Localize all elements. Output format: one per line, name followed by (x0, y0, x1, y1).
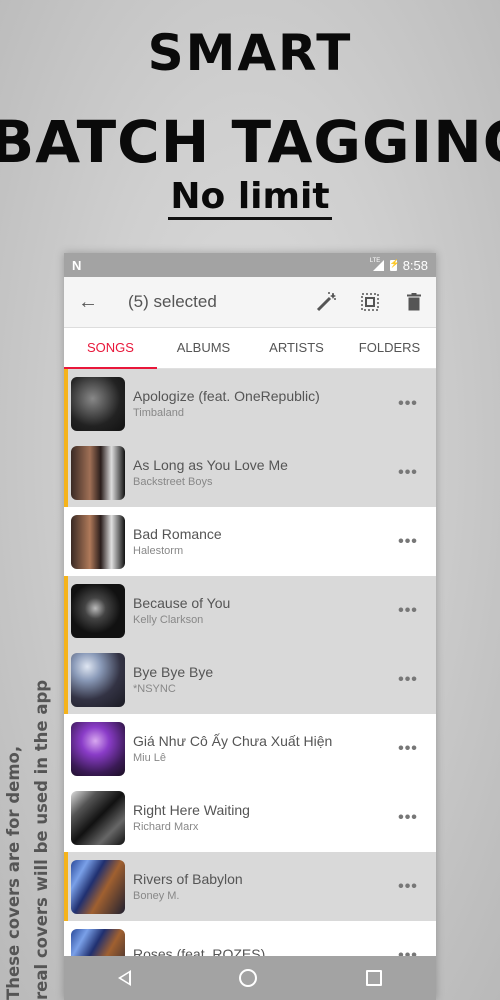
tab-albums[interactable]: ALBUMS (157, 328, 250, 368)
more-options-button[interactable]: ••• (380, 533, 436, 551)
song-artist: Timbaland (133, 407, 184, 419)
demo-note-line-2: real covers will be used in the app (32, 679, 51, 1000)
more-options-button[interactable]: ••• (380, 464, 436, 482)
delete-button[interactable] (392, 293, 436, 311)
selection-count-title: (5) selected (128, 292, 217, 311)
song-artist: Backstreet Boys (133, 476, 213, 488)
song-row[interactable]: As Long as You Love Me Backstreet Boys ••… (64, 438, 436, 507)
song-row[interactable]: Rivers of Babylon Boney M. ••• (64, 852, 436, 921)
album-cover-thumbnail (71, 859, 125, 914)
song-row[interactable]: Right Here Waiting Richard Marx ••• (64, 783, 436, 852)
song-artist: Boney M. (133, 890, 180, 902)
song-artist: Richard Marx (133, 821, 199, 833)
album-cover-thumbnail (71, 721, 125, 776)
promo-heading-batch-tagging: BATCH TAGGING (0, 108, 500, 176)
song-artist: Kelly Clarkson (133, 614, 204, 626)
battery-charging-icon (389, 259, 400, 271)
song-row[interactable]: Because of You Kelly Clarkson ••• (64, 576, 436, 645)
song-title: Bad Romance (133, 526, 222, 542)
notification-icon: N (72, 257, 82, 273)
arrow-left-icon: ← (78, 290, 98, 313)
lte-signal-icon: LTE (370, 258, 384, 271)
album-cover-thumbnail (71, 652, 125, 707)
back-button[interactable]: ← (64, 291, 112, 314)
demo-covers-note: These covers are for demo, real covers w… (0, 620, 56, 1000)
tab-artists[interactable]: ARTISTS (250, 328, 343, 368)
song-title: As Long as You Love Me (133, 457, 288, 473)
auto-tag-button[interactable] (304, 291, 348, 313)
more-options-button[interactable]: ••• (380, 602, 436, 620)
promo-heading-smart: SMART (147, 24, 353, 82)
song-artist: Miu Lê (133, 752, 167, 764)
album-cover-thumbnail (71, 583, 125, 638)
more-options-button[interactable]: ••• (380, 671, 436, 689)
song-title: Apologize (feat. OneRepublic) (133, 388, 320, 404)
select-all-icon (361, 293, 379, 311)
song-title: Giá Như Cô Ấy Chưa Xuất Hiện (133, 733, 333, 749)
song-title: Bye Bye Bye (133, 664, 214, 680)
promo-subheading-text: No limit (168, 176, 332, 220)
song-row[interactable]: Apologize (feat. OneRepublic) Timbaland •… (64, 369, 436, 438)
album-cover-thumbnail (71, 376, 125, 431)
phone-screen: N LTE 8:58 ← (5) selected SONGS ALBUMS A… (64, 253, 436, 1000)
selection-toolbar: ← (5) selected (64, 277, 436, 328)
nav-home-icon[interactable] (239, 969, 258, 987)
tab-songs[interactable]: SONGS (64, 328, 157, 368)
magic-wand-icon (316, 292, 336, 312)
album-cover-thumbnail (71, 514, 125, 569)
more-options-button[interactable]: ••• (380, 395, 436, 413)
nav-back-icon[interactable] (118, 970, 132, 986)
song-title: Right Here Waiting (133, 802, 250, 818)
song-row[interactable]: Giá Như Cô Ấy Chưa Xuất Hiện Miu Lê ••• (64, 714, 436, 783)
song-row[interactable]: Bye Bye Bye *NSYNC ••• (64, 645, 436, 714)
song-title: Because of You (133, 595, 231, 611)
system-nav-bar (64, 956, 436, 1000)
trash-icon (407, 293, 421, 311)
select-all-button[interactable] (348, 293, 392, 311)
tab-folders[interactable]: FOLDERS (343, 328, 436, 368)
more-options-button[interactable]: ••• (380, 878, 436, 896)
album-cover-thumbnail (71, 790, 125, 845)
album-cover-thumbnail (71, 445, 125, 500)
promo-subheading: No limit (0, 176, 500, 220)
nav-recents-icon[interactable] (365, 970, 382, 986)
song-title: Rivers of Babylon (133, 871, 243, 887)
more-options-button[interactable]: ••• (380, 809, 436, 827)
demo-note-line-1: These covers are for demo, (4, 745, 23, 1000)
status-bar: N LTE 8:58 (64, 253, 436, 277)
song-list: Apologize (feat. OneRepublic) Timbaland •… (64, 369, 436, 990)
library-tabs: SONGS ALBUMS ARTISTS FOLDERS (64, 328, 436, 369)
song-artist: Halestorm (133, 545, 184, 557)
song-artist: *NSYNC (133, 683, 176, 695)
more-options-button[interactable]: ••• (380, 740, 436, 758)
song-row[interactable]: Bad Romance Halestorm ••• (64, 507, 436, 576)
status-time: 8:58 (402, 257, 428, 273)
